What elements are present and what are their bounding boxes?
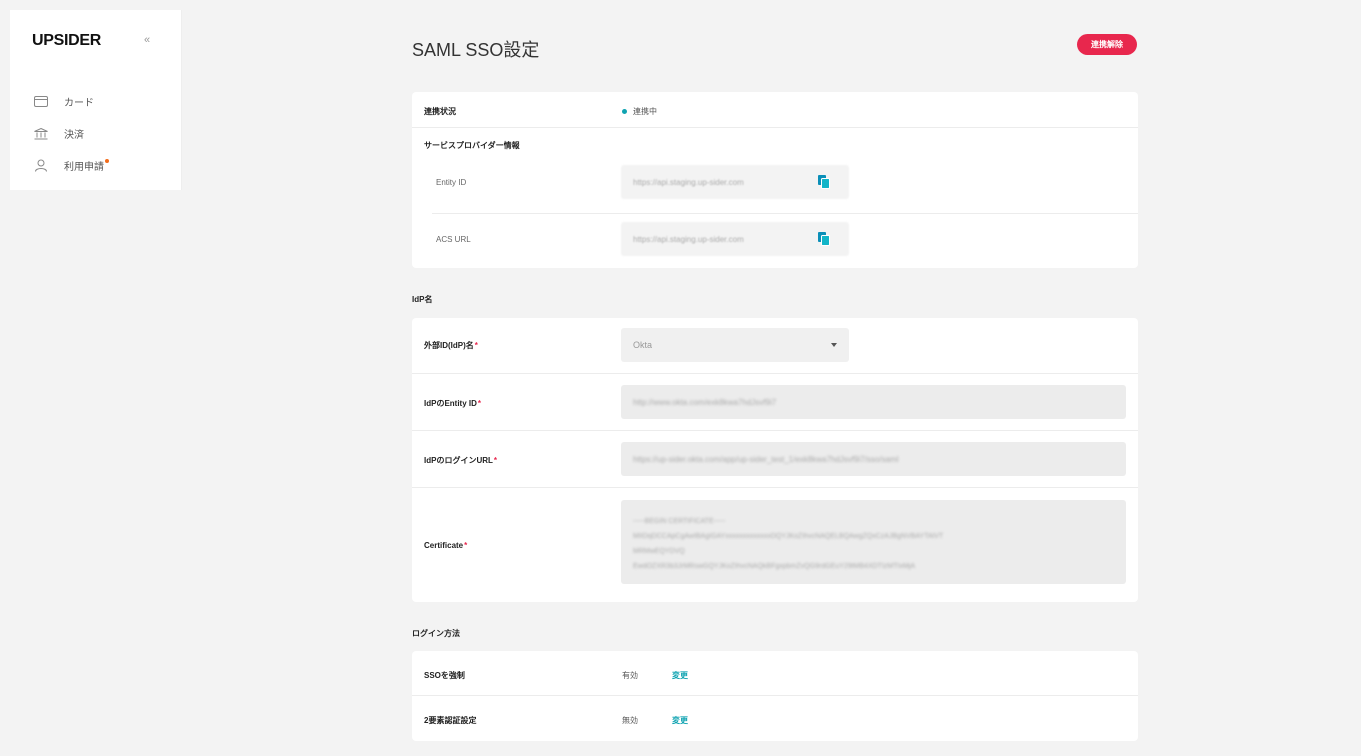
certificate-label: Certificate* bbox=[424, 541, 468, 550]
certificate-row: Certificate* -----BEGIN CERTIFICATE-----… bbox=[412, 488, 1138, 602]
certificate-textarea[interactable]: -----BEGIN CERTIFICATE----- MIIDqDCCApCg… bbox=[621, 500, 1126, 584]
sidebar-item-label: カード bbox=[64, 98, 94, 109]
copy-icon[interactable] bbox=[818, 232, 830, 246]
acs-url-field: https://api.staging.up-sider.com bbox=[621, 222, 849, 256]
credit-card-icon bbox=[34, 96, 48, 108]
status-row: 連携状況 連携中 bbox=[412, 92, 1138, 128]
sso-enforce-row: SSOを強制 有効 変更 bbox=[412, 651, 1138, 696]
login-method-card: SSOを強制 有効 変更 2要素認証設定 無効 変更 bbox=[412, 651, 1138, 741]
sidebar-item-card[interactable]: カード bbox=[34, 94, 94, 109]
copy-icon[interactable] bbox=[818, 175, 830, 189]
sso-enforce-label: SSOを強制 bbox=[424, 671, 465, 680]
notification-badge bbox=[105, 158, 109, 163]
idp-entity-id-row: IdPのEntity ID* http://www.okta.com/exk8k… bbox=[412, 374, 1138, 431]
two-factor-change-link[interactable]: 変更 bbox=[672, 715, 688, 726]
idp-entity-id-label: IdPのEntity ID* bbox=[424, 399, 482, 408]
disconnect-button[interactable]: 連携解除 bbox=[1077, 34, 1137, 55]
acs-url-label: ACS URL bbox=[436, 235, 471, 244]
idp-login-url-label: IdPのログインURL* bbox=[424, 456, 498, 465]
provider-select[interactable]: Okta bbox=[621, 328, 849, 362]
bank-icon bbox=[34, 127, 48, 140]
sidebar-item-payment[interactable]: 決済 bbox=[34, 126, 84, 141]
status-dot-icon bbox=[622, 109, 627, 115]
sidebar-item-label: 利用申請 bbox=[64, 162, 104, 173]
app-logo[interactable]: UPSIDER bbox=[32, 32, 101, 50]
idp-login-url-row: IdPのログインURL* https://up-sider.okta.com/a… bbox=[412, 431, 1138, 488]
user-icon bbox=[34, 159, 48, 172]
page-title: SAML SSO設定 bbox=[412, 40, 540, 60]
sp-info-heading: サービスプロバイダー情報 bbox=[424, 141, 520, 150]
sidebar: UPSIDER « カード 決済 利用申請 bbox=[10, 10, 182, 190]
two-factor-row: 2要素認証設定 無効 変更 bbox=[412, 696, 1138, 741]
two-factor-label: 2要素認証設定 bbox=[424, 716, 477, 725]
provider-row: 外部ID(IdP)名* Okta bbox=[412, 318, 1138, 374]
idp-card: 外部ID(IdP)名* Okta IdPのEntity ID* http://w… bbox=[412, 318, 1138, 602]
connection-card: 連携状況 連携中 サービスプロバイダー情報 Entity ID https://… bbox=[412, 92, 1138, 268]
idp-entity-id-input[interactable]: http://www.okta.com/exk8kwa7hdJsvf9i7 bbox=[621, 385, 1126, 419]
sso-enforce-value: 有効 bbox=[622, 671, 638, 680]
entity-id-field: https://api.staging.up-sider.com bbox=[621, 165, 849, 199]
two-factor-value: 無効 bbox=[622, 716, 638, 725]
login-method-title: ログイン方法 bbox=[412, 629, 460, 638]
idp-login-url-input[interactable]: https://up-sider.okta.com/app/up-sider_t… bbox=[621, 442, 1126, 476]
collapse-sidebar-icon[interactable]: « bbox=[144, 34, 150, 46]
sso-enforce-change-link[interactable]: 変更 bbox=[672, 670, 688, 681]
provider-label: 外部ID(IdP)名* bbox=[424, 341, 478, 350]
entity-id-label: Entity ID bbox=[436, 178, 467, 187]
status-label: 連携状況 bbox=[424, 107, 456, 116]
sidebar-item-label: 決済 bbox=[64, 130, 84, 141]
status-value: 連携中 bbox=[622, 106, 657, 117]
idp-section-title: IdP名 bbox=[412, 295, 433, 304]
sidebar-item-usage-request[interactable]: 利用申請 bbox=[34, 158, 109, 173]
chevron-down-icon bbox=[831, 343, 837, 347]
